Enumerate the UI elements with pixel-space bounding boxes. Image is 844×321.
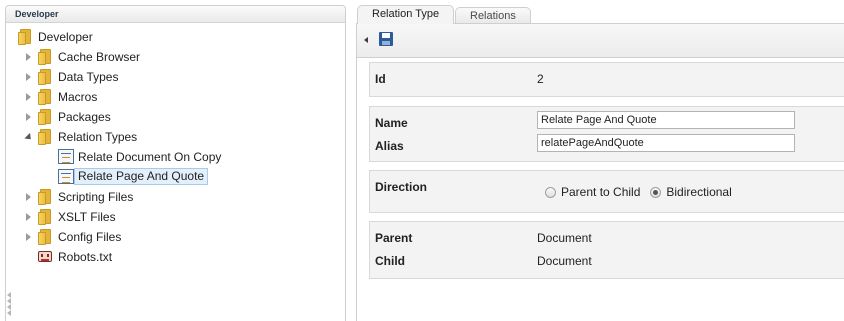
relation-type-icon: [58, 149, 74, 164]
developer-tree-panel: Developer Developer Cache Browser Data T…: [5, 5, 346, 321]
tree-node-label: XSLT Files: [58, 210, 116, 224]
editor-content: Id 2 Name Alias Direction Parent to Chil…: [356, 58, 844, 321]
folder-icon: [18, 29, 33, 45]
parent-child-section: Parent Document Child Document: [369, 221, 844, 279]
folder-icon: [38, 89, 53, 105]
tab-relations[interactable]: Relations: [455, 7, 531, 24]
child-label: Child: [375, 254, 405, 268]
tab-relation-type[interactable]: Relation Type: [357, 5, 455, 24]
save-icon[interactable]: [379, 32, 393, 46]
tree-node-label: Cache Browser: [58, 50, 141, 64]
radio-parent-to-child[interactable]: [545, 186, 556, 198]
folder-icon: [38, 69, 53, 85]
id-value: 2: [537, 72, 544, 86]
relation-type-icon: [58, 169, 74, 184]
toolbar-collapse-arrow-icon[interactable]: [364, 37, 368, 43]
tree-node-label: Relation Types: [58, 130, 138, 144]
tree-node-label: Config Files: [58, 230, 122, 244]
name-label: Name: [375, 116, 408, 130]
expand-arrow-icon[interactable]: [26, 73, 31, 81]
id-label: Id: [375, 72, 386, 86]
expand-arrow-icon[interactable]: [26, 213, 31, 221]
collapse-arrow-icon[interactable]: [24, 132, 34, 143]
relation-type-editor: Relation Type Relations Id 2 Name Alias …: [356, 5, 844, 321]
tree-node-label-selected: Relate Page And Quote: [74, 168, 209, 185]
tree-node-label: Packages: [58, 110, 111, 124]
id-section: Id 2: [369, 62, 844, 97]
folder-icon: [38, 109, 53, 125]
folder-icon: [38, 229, 53, 245]
parent-label: Parent: [375, 231, 413, 245]
direction-section: Direction Parent to Child Bidirectional: [369, 170, 844, 213]
tree-node-label: Developer: [38, 30, 93, 44]
folder-icon: [38, 49, 53, 65]
tree-node-label: Robots.txt: [58, 250, 113, 264]
child-value: Document: [537, 254, 592, 268]
expand-arrow-icon[interactable]: [26, 193, 31, 201]
parent-value: Document: [537, 231, 592, 245]
alias-input[interactable]: [537, 134, 795, 152]
radio-bidirectional[interactable]: [650, 186, 662, 198]
editor-tabs: Relation Type Relations: [356, 5, 844, 24]
expand-arrow-icon[interactable]: [26, 93, 31, 101]
radio-label-bidirectional[interactable]: Bidirectional: [666, 185, 731, 199]
alias-label: Alias: [375, 139, 404, 153]
editor-toolbar: [356, 23, 844, 58]
expand-arrow-icon[interactable]: [26, 113, 31, 121]
direction-radio-group: Parent to Child Bidirectional: [545, 185, 742, 199]
folder-icon: [38, 189, 53, 205]
tree-node-label: Relate Document On Copy: [78, 150, 222, 164]
tree-panel-header: Developer: [6, 6, 345, 23]
expand-arrow-icon[interactable]: [26, 233, 31, 241]
tree-node-label: Scripting Files: [58, 190, 134, 204]
direction-label: Direction: [375, 180, 428, 194]
folder-icon: [38, 129, 53, 145]
name-alias-section: Name Alias: [369, 106, 844, 162]
name-input[interactable]: [537, 111, 795, 129]
expand-arrow-icon[interactable]: [26, 53, 31, 61]
folder-icon: [38, 209, 53, 225]
panel-resize-handle[interactable]: [6, 292, 12, 321]
tree-node-label: Macros: [58, 90, 98, 104]
radio-label-parent-to-child[interactable]: Parent to Child: [561, 185, 640, 199]
robot-icon: [37, 249, 53, 265]
tree-node-label: Data Types: [58, 70, 119, 84]
